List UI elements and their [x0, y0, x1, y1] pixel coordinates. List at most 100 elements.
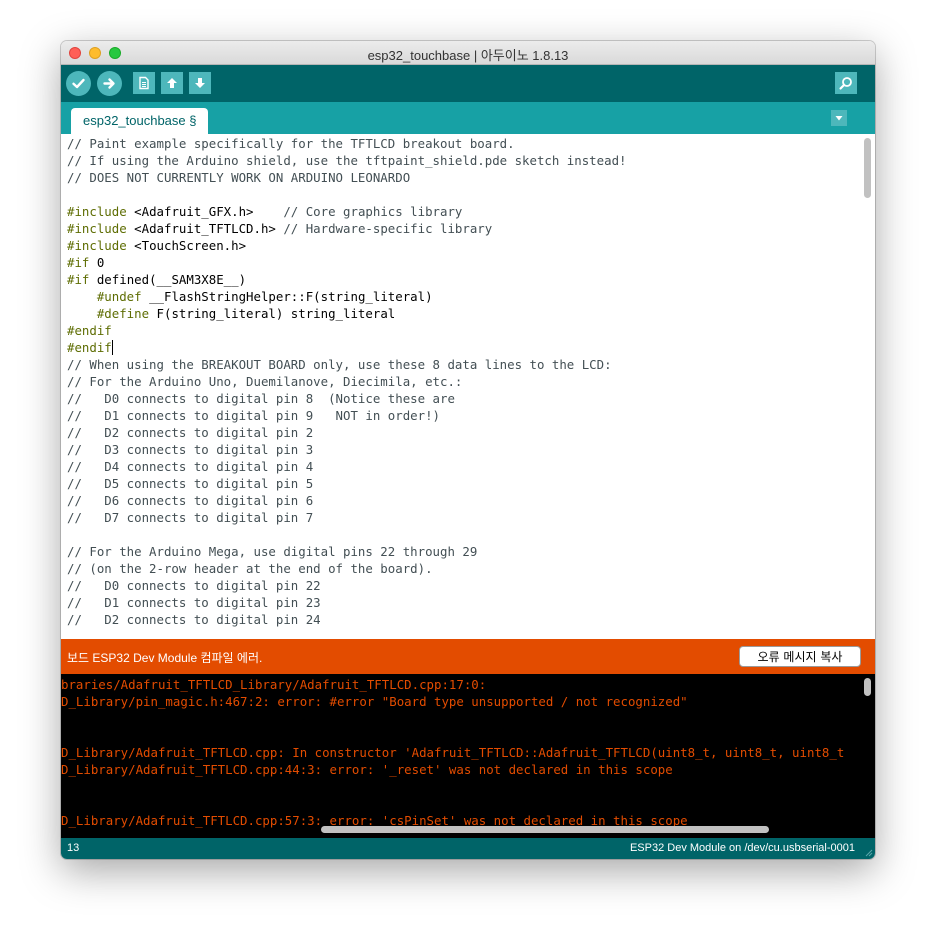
code-line: // D6 connects to digital pin 6 — [67, 492, 313, 509]
arduino-ide-window: esp32_touchbase | 아두이노 1.8.13 esp32_touc… — [61, 41, 875, 859]
code-line: // D3 connects to digital pin 3 — [67, 441, 313, 458]
code-token: // For the Arduino Mega, use digital pin… — [67, 544, 478, 559]
console-horizontal-scrollbar[interactable] — [321, 826, 769, 833]
code-token: defined(__SAM3X8E__) — [89, 272, 247, 287]
toolbar — [61, 65, 875, 102]
code-token: // D4 connects to digital pin 4 — [67, 459, 314, 474]
code-token: // D5 connects to digital pin 5 — [67, 476, 314, 491]
code-token: // When using the BREAKOUT BOARD only, u… — [67, 357, 612, 372]
code-line: #include <Adafruit_GFX.h> // Core graphi… — [67, 203, 462, 220]
code-token: // Core graphics library — [283, 204, 463, 219]
code-token: <TouchScreen.h> — [126, 238, 247, 253]
window-title: esp32_touchbase | 아두이노 1.8.13 — [367, 48, 569, 63]
new-file-icon — [139, 76, 149, 90]
code-line: // When using the BREAKOUT BOARD only, u… — [67, 356, 612, 373]
code-line: // D2 connects to digital pin 24 — [67, 611, 321, 628]
code-line: // D4 connects to digital pin 4 — [67, 458, 313, 475]
code-token: #if — [67, 255, 90, 270]
title-bar: esp32_touchbase | 아두이노 1.8.13 — [61, 41, 875, 65]
tab-menu-button[interactable] — [831, 110, 847, 126]
code-token: // D6 connects to digital pin 6 — [67, 493, 314, 508]
tab-strip: esp32_touchbase § — [61, 102, 875, 134]
code-token: // D2 connects to digital pin 2 — [67, 425, 314, 440]
bottom-status-bar: 13 ESP32 Dev Module on /dev/cu.usbserial… — [61, 838, 875, 859]
code-token: #include — [67, 221, 127, 236]
code-token: // D1 connects to digital pin 23 — [67, 595, 321, 610]
code-line: #endif — [67, 322, 112, 339]
code-line: #define F(string_literal) string_literal — [67, 305, 395, 322]
code-token: // For the Arduino Uno, Duemilanove, Die… — [67, 374, 463, 389]
text-cursor — [111, 340, 114, 355]
code-line: #endif — [67, 339, 114, 356]
code-line: #include <TouchScreen.h> — [67, 237, 246, 254]
code-token: // If using the Arduino shield, use the … — [67, 153, 627, 168]
code-editor[interactable]: // D2 connects to digital pin 24 // D1 co… — [61, 134, 875, 679]
code-line: // D5 connects to digital pin 5 — [67, 475, 313, 492]
code-line: // Paint example specifically for the TF… — [67, 135, 515, 152]
code-line: #if defined(__SAM3X8E__) — [67, 271, 246, 288]
code-token: // D0 connects to digital pin 22 — [67, 578, 321, 593]
magnifier-icon — [839, 77, 852, 90]
console-line: D_Library/Adafruit_TFTLCD.cpp:44:3: erro… — [61, 762, 673, 777]
code-line: // D2 connects to digital pin 2 — [67, 424, 313, 441]
code-line: // D7 connects to digital pin 7 — [67, 509, 313, 526]
tab-esp32-touchbase[interactable]: esp32_touchbase § — [71, 108, 209, 134]
code-line: // For the Arduino Mega, use digital pin… — [67, 543, 477, 560]
code-token: // (on the 2-row header at the end of th… — [67, 561, 433, 576]
code-token: <Adafruit_TFTLCD.h> — [126, 221, 284, 236]
code-token: #endif — [67, 340, 112, 355]
code-token: // Hardware-specific library — [283, 221, 493, 236]
code-line: // For the Arduino Uno, Duemilanove, Die… — [67, 373, 462, 390]
serial-monitor-button[interactable] — [835, 72, 857, 94]
code-line: #if 0 — [67, 254, 104, 271]
code-line: #undef __FlashStringHelper::F(string_lit… — [67, 288, 433, 305]
code-token: #include — [67, 204, 127, 219]
code-token: <Adafruit_GFX.h> — [126, 204, 284, 219]
check-icon — [72, 78, 85, 89]
output-console[interactable]: D_Library/Adafruit_TFTLCD.cpp:57:3: erro… — [61, 674, 875, 838]
current-line-number: 13 — [67, 842, 80, 854]
code-token: #undef — [67, 289, 142, 304]
editor-vertical-scrollbar[interactable] — [864, 138, 871, 198]
open-sketch-button[interactable] — [161, 72, 183, 94]
triangle-down-icon — [835, 116, 843, 121]
upload-button[interactable] — [97, 71, 122, 96]
code-line: // If using the Arduino shield, use the … — [67, 152, 627, 169]
code-line: // D1 connects to digital pin 9 NOT in o… — [67, 407, 440, 424]
console-line: D_Library/pin_magic.h:467:2: error: #err… — [61, 694, 688, 709]
code-token: #if — [67, 272, 90, 287]
code-token: // D7 connects to digital pin 7 — [67, 510, 314, 525]
verify-button[interactable] — [66, 71, 91, 96]
new-sketch-button[interactable] — [133, 72, 155, 94]
console-line: D_Library/Adafruit_TFTLCD.cpp: In constr… — [61, 745, 845, 760]
code-token: // D2 connects to digital pin 24 — [67, 612, 321, 627]
arrow-up-icon — [167, 78, 177, 88]
code-line: // D0 connects to digital pin 22 — [67, 577, 321, 594]
resize-grip-icon[interactable] — [863, 847, 873, 857]
compile-error-message: 보드 ESP32 Dev Module 컴파일 에러. — [67, 651, 263, 665]
arrow-right-icon — [103, 78, 115, 89]
code-token: // D3 connects to digital pin 3 — [67, 442, 314, 457]
code-token: // D1 connects to digital pin 9 NOT in o… — [67, 408, 440, 423]
code-token: __FlashStringHelper::F(string_literal) — [141, 289, 433, 304]
error-status-bar: 보드 ESP32 Dev Module 컴파일 에러. 오류 메시지 복사 — [61, 639, 875, 674]
code-line: #include <Adafruit_TFTLCD.h> // Hardware… — [67, 220, 492, 237]
code-token: 0 — [89, 255, 105, 270]
board-port-info: ESP32 Dev Module on /dev/cu.usbserial-00… — [629, 842, 855, 854]
save-sketch-button[interactable] — [189, 72, 211, 94]
code-line: // D1 connects to digital pin 23 — [67, 594, 321, 611]
code-token: // Paint example specifically for the TF… — [67, 136, 515, 151]
code-token: F(string_literal) string_literal — [149, 306, 396, 321]
code-token: #include — [67, 238, 127, 253]
code-token: #define — [67, 306, 150, 321]
code-token: // D0 connects to digital pin 8 (Notice … — [67, 391, 455, 406]
console-vertical-scrollbar[interactable] — [864, 678, 871, 696]
code-line: // (on the 2-row header at the end of th… — [67, 560, 433, 577]
code-token: #endif — [67, 323, 112, 338]
code-line: // D0 connects to digital pin 8 (Notice … — [67, 390, 455, 407]
console-line: braries/Adafruit_TFTLCD_Library/Adafruit… — [61, 677, 487, 692]
arrow-down-icon — [195, 78, 205, 88]
code-line: // DOES NOT CURRENTLY WORK ON ARDUINO LE… — [67, 169, 410, 186]
code-token: // DOES NOT CURRENTLY WORK ON ARDUINO LE… — [67, 170, 411, 185]
copy-error-messages-button[interactable]: 오류 메시지 복사 — [739, 646, 861, 667]
